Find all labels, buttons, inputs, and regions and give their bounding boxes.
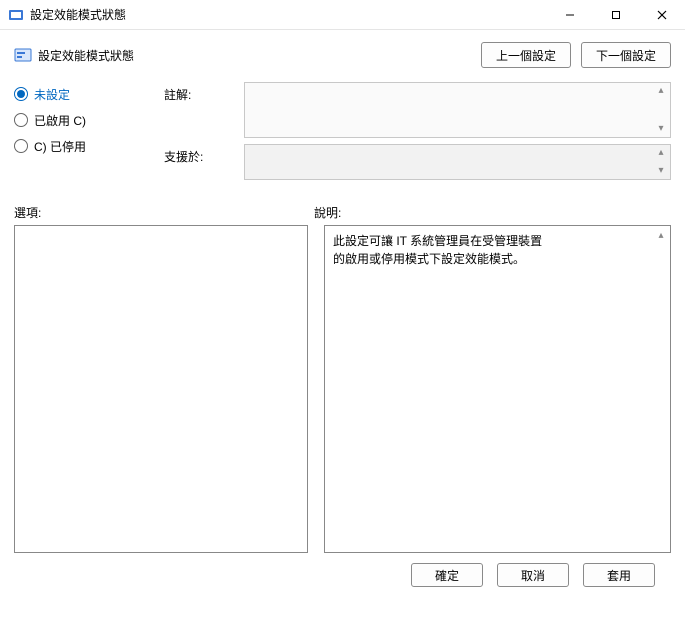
chevron-up-icon[interactable]: ▴ [654, 85, 668, 97]
radio-label: 已啟用 C) [34, 112, 86, 129]
help-label: 說明: [314, 204, 341, 221]
supported-label: 支援於: [164, 144, 234, 165]
radio-not-configured[interactable]: 未設定 [14, 82, 154, 106]
help-panel: 此設定可讓 IT 系統管理員在受管理裝置 的啟用或停用模式下設定效能模式。 ▴ [324, 225, 671, 553]
radio-label: 未設定 [34, 86, 70, 103]
chevron-down-icon[interactable]: ▾ [654, 165, 668, 177]
dialog-footer: 確定 取消 套用 [14, 553, 671, 587]
comment-input[interactable]: ▴ ▾ [244, 82, 671, 138]
window-title: 設定效能模式狀態 [30, 6, 547, 23]
radio-disabled[interactable]: C) 已停用 [14, 134, 154, 158]
page-title: 設定效能模式狀態 [38, 47, 134, 64]
supported-on-box: ▴ ▾ [244, 144, 671, 180]
policy-icon [14, 46, 32, 64]
radio-enabled[interactable]: 已啟用 C) [14, 108, 154, 132]
radio-label: C) 已停用 [34, 138, 86, 155]
scroll-arrows: ▴ ▾ [654, 85, 668, 135]
help-text-line: 此設定可讓 IT 系統管理員在受管理裝置 [333, 232, 652, 250]
chevron-down-icon[interactable]: ▾ [654, 123, 668, 135]
chevron-up-icon[interactable]: ▴ [654, 147, 668, 159]
radio-dot-icon [14, 87, 28, 101]
comment-label: 註解: [164, 82, 234, 103]
scroll-arrows: ▴ [654, 230, 668, 254]
radio-dot-icon [14, 139, 28, 153]
options-label: 選項: [14, 204, 314, 221]
next-setting-button[interactable]: 下一個設定 [581, 42, 671, 68]
ok-button[interactable]: 確定 [411, 563, 483, 587]
state-radio-group: 未設定 已啟用 C) C) 已停用 [14, 82, 154, 160]
cancel-button[interactable]: 取消 [497, 563, 569, 587]
close-button[interactable] [639, 0, 685, 29]
app-icon [8, 7, 24, 23]
help-text-line: 的啟用或停用模式下設定效能模式。 [333, 250, 652, 268]
scroll-arrows: ▴ ▾ [654, 147, 668, 177]
maximize-button[interactable] [593, 0, 639, 29]
options-panel [14, 225, 308, 553]
title-bar: 設定效能模式狀態 [0, 0, 685, 30]
previous-setting-button[interactable]: 上一個設定 [481, 42, 571, 68]
header-row: 設定效能模式狀態 上一個設定 下一個設定 [14, 42, 671, 68]
chevron-up-icon[interactable]: ▴ [654, 230, 668, 242]
window-controls [547, 0, 685, 29]
apply-button[interactable]: 套用 [583, 563, 655, 587]
minimize-button[interactable] [547, 0, 593, 29]
radio-dot-icon [14, 113, 28, 127]
